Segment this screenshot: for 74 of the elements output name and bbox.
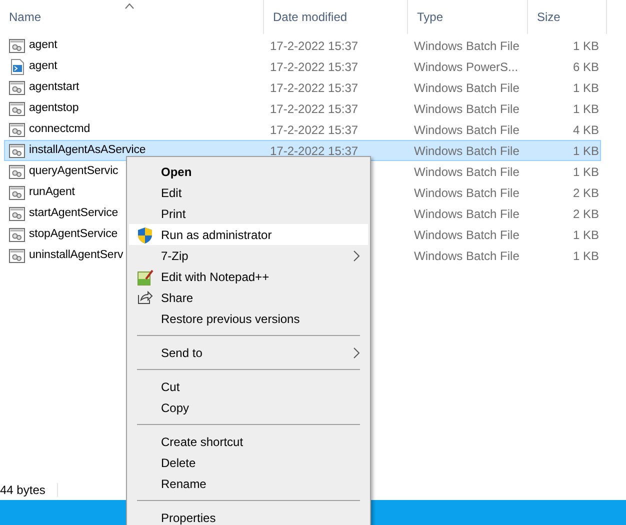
batch-file-icon xyxy=(9,102,25,116)
batch-file-icon xyxy=(9,248,25,262)
file-name[interactable]: startAgentService xyxy=(29,204,118,222)
date-modified: 17-2-2022 15:37 xyxy=(270,122,358,136)
date-modified: 17-2-2022 15:37 xyxy=(270,38,358,52)
batch-file-icon xyxy=(9,164,25,178)
file-size: 1 KB xyxy=(572,248,599,262)
file-size: 1 KB xyxy=(572,80,599,94)
batch-file-icon xyxy=(9,122,25,136)
file-type: Windows Batch File xyxy=(414,144,520,158)
menu-item[interactable]: Share xyxy=(129,287,368,308)
file-type: Windows Batch File xyxy=(414,80,520,94)
share-icon xyxy=(137,290,153,305)
file-name[interactable]: agent xyxy=(29,58,58,76)
file-name[interactable]: agentstart xyxy=(29,78,80,96)
column-header[interactable]: Type xyxy=(408,0,528,34)
batch-file-icon xyxy=(9,186,25,200)
file-size: 1 KB xyxy=(572,102,599,116)
date-modified: 17-2-2022 15:37 xyxy=(270,80,358,94)
menu-item[interactable]: Create shortcut xyxy=(129,431,368,452)
shield-icon xyxy=(137,227,153,244)
file-size: 6 KB xyxy=(572,60,599,74)
script-file-icon xyxy=(9,58,25,74)
batch-file-icon xyxy=(9,144,25,158)
menu-item[interactable]: Send to xyxy=(129,342,368,363)
file-name[interactable]: queryAgentServic xyxy=(29,162,118,180)
file-type: Windows Batch File xyxy=(414,38,520,52)
file-size: 1 KB xyxy=(572,228,599,242)
menu-item[interactable]: Rename xyxy=(129,473,368,494)
file-type: Windows Batch File xyxy=(414,186,520,200)
menu-item[interactable]: Run as administrator xyxy=(129,224,368,245)
file-size: 4 KB xyxy=(572,122,599,136)
menu-item[interactable]: Edit with Notepad++ xyxy=(129,266,368,287)
batch-file-icon xyxy=(9,206,25,220)
sort-ascending-icon xyxy=(124,3,134,9)
file-type: Windows Batch File xyxy=(414,206,520,220)
file-size: 1 KB xyxy=(572,144,599,158)
file-name[interactable]: connectcmd xyxy=(29,120,90,138)
menu-item[interactable]: Print xyxy=(129,203,368,224)
file-type: Windows Batch File xyxy=(414,122,520,136)
file-name[interactable]: stopAgentService xyxy=(29,226,118,244)
menu-item[interactable]: Copy xyxy=(129,397,368,418)
menu-item[interactable]: Edit xyxy=(129,182,368,203)
file-size: 2 KB xyxy=(572,186,599,200)
notepad-icon xyxy=(137,269,154,286)
file-name[interactable]: installAgentAsAService xyxy=(29,142,146,160)
menu-item[interactable]: Restore previous versions xyxy=(129,308,368,329)
file-name[interactable]: agentstop xyxy=(29,100,79,118)
date-modified: 17-2-2022 15:37 xyxy=(270,60,358,74)
batch-file-icon xyxy=(9,38,25,52)
file-type: Windows Batch File xyxy=(414,164,520,178)
date-modified: 17-2-2022 15:37 xyxy=(270,144,358,158)
menu-item[interactable]: Open xyxy=(129,161,368,182)
date-modified: 17-2-2022 15:37 xyxy=(270,102,358,116)
menu-item[interactable]: Cut xyxy=(129,376,368,397)
file-size: 1 KB xyxy=(572,38,599,52)
file-type: Windows Batch File xyxy=(414,228,520,242)
menu-item[interactable]: Properties xyxy=(129,507,368,525)
file-name[interactable]: runAgent xyxy=(29,184,75,202)
column-header[interactable]: Size xyxy=(528,0,607,34)
batch-file-icon xyxy=(9,80,25,94)
status-text: 44 bytes xyxy=(0,482,46,499)
menu-item[interactable]: Delete xyxy=(129,452,368,473)
column-header[interactable]: Name xyxy=(0,0,264,34)
file-size: 1 KB xyxy=(572,164,599,178)
menu-item[interactable]: 7-Zip xyxy=(129,245,368,266)
column-header[interactable]: Date modified xyxy=(264,0,408,34)
file-name[interactable]: agent xyxy=(29,36,58,54)
file-type: Windows Batch File xyxy=(414,248,520,262)
file-name[interactable]: uninstallAgentServ xyxy=(29,246,124,264)
file-size: 2 KB xyxy=(572,206,599,220)
batch-file-icon xyxy=(9,228,25,242)
file-type: Windows Batch File xyxy=(414,102,520,116)
file-type: Windows PowerS... xyxy=(414,60,518,74)
